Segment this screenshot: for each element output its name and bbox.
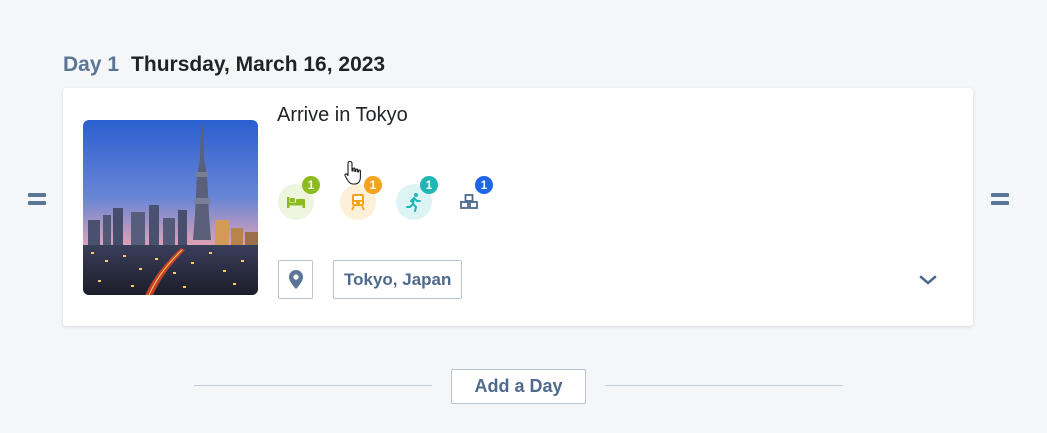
- lodging-category[interactable]: 1: [278, 176, 320, 220]
- transit-category[interactable]: 1: [340, 176, 382, 220]
- divider-left: [194, 385, 432, 386]
- activity-category[interactable]: 1: [396, 176, 438, 220]
- day-title[interactable]: Arrive in Tokyo: [277, 104, 408, 127]
- expand-button[interactable]: [918, 270, 938, 290]
- bed-icon: [287, 197, 305, 208]
- activity-count-badge: 1: [420, 176, 438, 194]
- day-date: Thursday, March 16, 2023: [131, 53, 386, 76]
- train-icon: [351, 194, 365, 211]
- divider-right: [605, 385, 843, 386]
- location-pin-button[interactable]: [278, 260, 313, 299]
- running-icon: [406, 193, 421, 212]
- day-card[interactable]: Arrive in Tokyo 1 1 1 1 Tokyo, Japan: [63, 88, 973, 326]
- hand-cursor-icon: [343, 160, 365, 188]
- destination-image: [83, 120, 258, 295]
- day-header: Day 1 Thursday, March 16, 2023: [63, 53, 385, 77]
- lodging-count-badge: 1: [302, 176, 320, 194]
- day-number: Day 1: [63, 53, 120, 76]
- map-pin-icon: [289, 270, 303, 289]
- drag-handle-right-icon[interactable]: [991, 193, 1009, 206]
- location-chip[interactable]: Tokyo, Japan: [333, 260, 463, 299]
- transit-count-badge: 1: [364, 176, 382, 194]
- drag-handle-left-icon[interactable]: [28, 193, 46, 206]
- chevron-down-icon: [919, 275, 937, 285]
- blocks-icon: [460, 194, 478, 209]
- other-category[interactable]: 1: [451, 176, 493, 220]
- other-count-badge: 1: [475, 176, 493, 194]
- add-day-button[interactable]: Add a Day: [451, 369, 586, 404]
